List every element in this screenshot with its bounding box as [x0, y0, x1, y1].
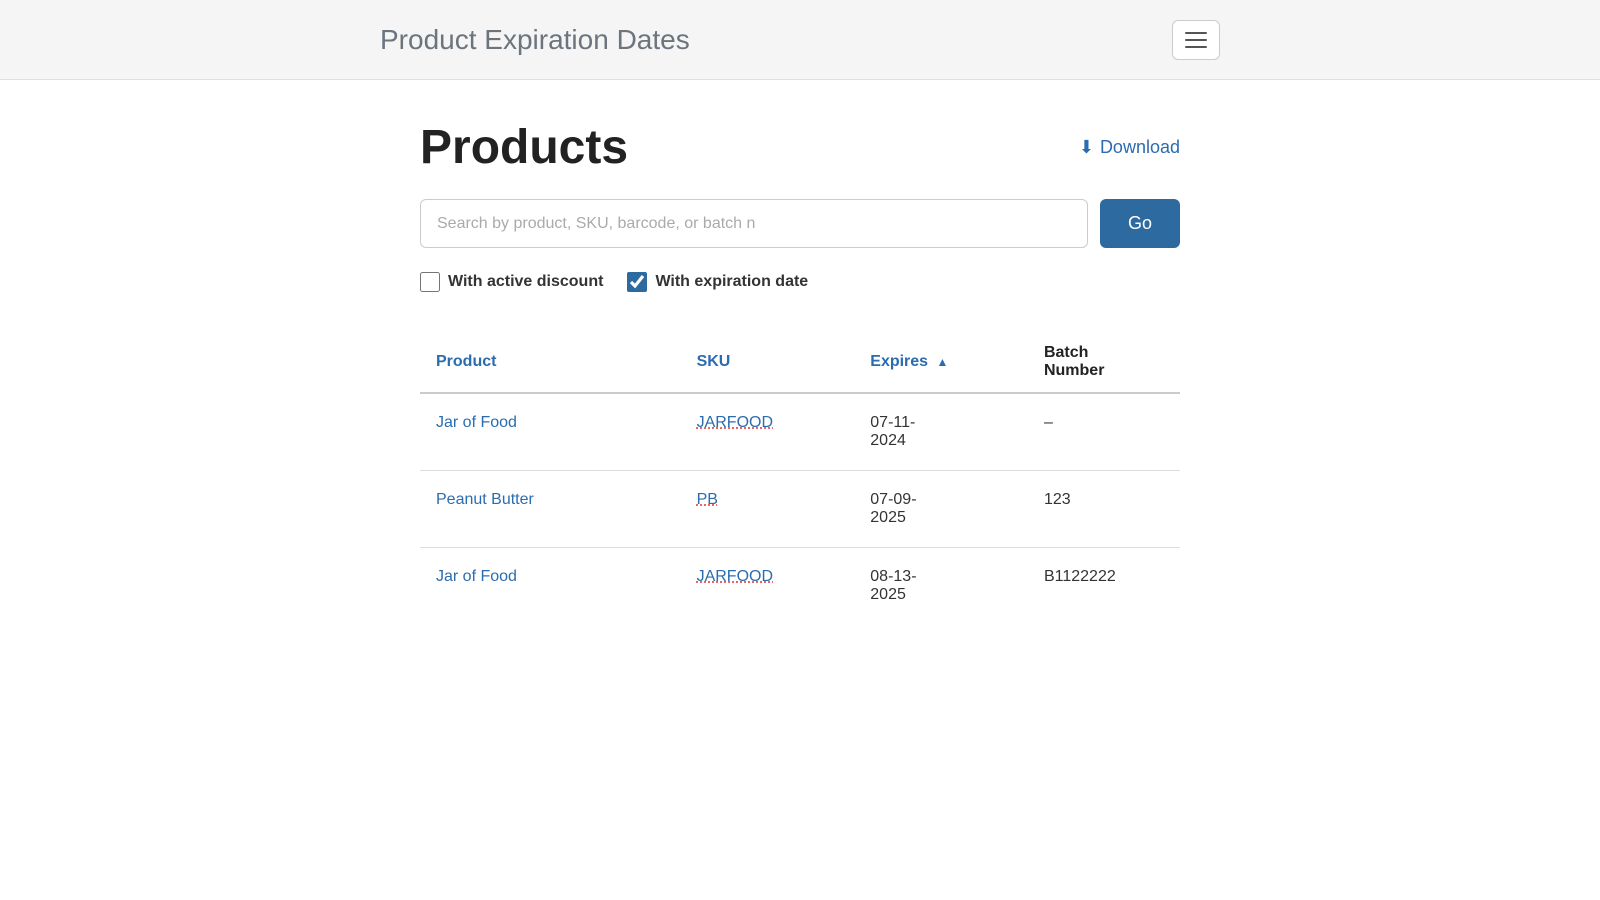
product-link-2[interactable]: Peanut Butter — [436, 491, 534, 508]
navbar: Product Expiration Dates — [0, 0, 1600, 80]
download-link[interactable]: ⬇ Download — [1079, 137, 1180, 158]
hamburger-line-3 — [1185, 46, 1207, 48]
table-row: Jar of Food JARFOOD 07-11-2024 – — [420, 393, 1180, 471]
col-product-label: Product — [436, 353, 496, 370]
sku-link-2[interactable]: PB — [697, 491, 718, 508]
cell-sku-2: PB — [681, 471, 855, 548]
col-header-product[interactable]: Product — [420, 332, 681, 393]
table-header-row: Product SKU Expires ▲ BatchNumber — [420, 332, 1180, 393]
filter-expiration-date[interactable]: With expiration date — [627, 272, 808, 292]
cell-product-1: Jar of Food — [420, 393, 681, 471]
col-sku-label: SKU — [697, 353, 731, 370]
go-button[interactable]: Go — [1100, 199, 1180, 248]
filter-active-discount[interactable]: With active discount — [420, 272, 603, 292]
cell-batch-1: – — [1028, 393, 1180, 471]
cell-expires-3: 08-13-2025 — [854, 548, 1028, 625]
col-header-expires[interactable]: Expires ▲ — [854, 332, 1028, 393]
cell-expires-1: 07-11-2024 — [854, 393, 1028, 471]
product-link-1[interactable]: Jar of Food — [436, 414, 517, 431]
col-header-batch: BatchNumber — [1028, 332, 1180, 393]
hamburger-line-1 — [1185, 32, 1207, 34]
expiration-date-label: With expiration date — [655, 273, 808, 291]
table-row: Peanut Butter PB 07-09-2025 123 — [420, 471, 1180, 548]
filter-row: With active discount With expiration dat… — [420, 272, 1180, 292]
cell-batch-2: 123 — [1028, 471, 1180, 548]
table-row: Jar of Food JARFOOD 08-13-2025 B1122222 — [420, 548, 1180, 625]
page-title: Products — [420, 120, 628, 175]
cell-sku-3: JARFOOD — [681, 548, 855, 625]
cell-product-2: Peanut Butter — [420, 471, 681, 548]
page-header: Products ⬇ Download — [420, 120, 1180, 175]
hamburger-line-2 — [1185, 39, 1207, 41]
sort-asc-icon: ▲ — [937, 355, 949, 369]
sku-link-3[interactable]: JARFOOD — [697, 568, 773, 585]
col-header-sku[interactable]: SKU — [681, 332, 855, 393]
navbar-toggle-button[interactable] — [1172, 20, 1220, 60]
search-row: Go — [420, 199, 1180, 248]
col-expires-label: Expires — [870, 353, 928, 370]
navbar-title: Product Expiration Dates — [380, 24, 690, 56]
sku-link-1[interactable]: JARFOOD — [697, 414, 773, 431]
download-label: Download — [1100, 137, 1180, 158]
cell-batch-3: B1122222 — [1028, 548, 1180, 625]
search-input[interactable] — [420, 199, 1088, 248]
col-batch-label: BatchNumber — [1044, 344, 1104, 379]
active-discount-checkbox[interactable] — [420, 272, 440, 292]
cell-product-3: Jar of Food — [420, 548, 681, 625]
table-body: Jar of Food JARFOOD 07-11-2024 – Peanut … — [420, 393, 1180, 624]
expiration-date-checkbox[interactable] — [627, 272, 647, 292]
cell-expires-2: 07-09-2025 — [854, 471, 1028, 548]
products-table: Product SKU Expires ▲ BatchNumber Jar of… — [420, 332, 1180, 624]
cell-sku-1: JARFOOD — [681, 393, 855, 471]
active-discount-label: With active discount — [448, 273, 603, 291]
main-content: Products ⬇ Download Go With active disco… — [400, 80, 1200, 664]
table-header: Product SKU Expires ▲ BatchNumber — [420, 332, 1180, 393]
product-link-3[interactable]: Jar of Food — [436, 568, 517, 585]
download-icon: ⬇ — [1079, 137, 1094, 158]
